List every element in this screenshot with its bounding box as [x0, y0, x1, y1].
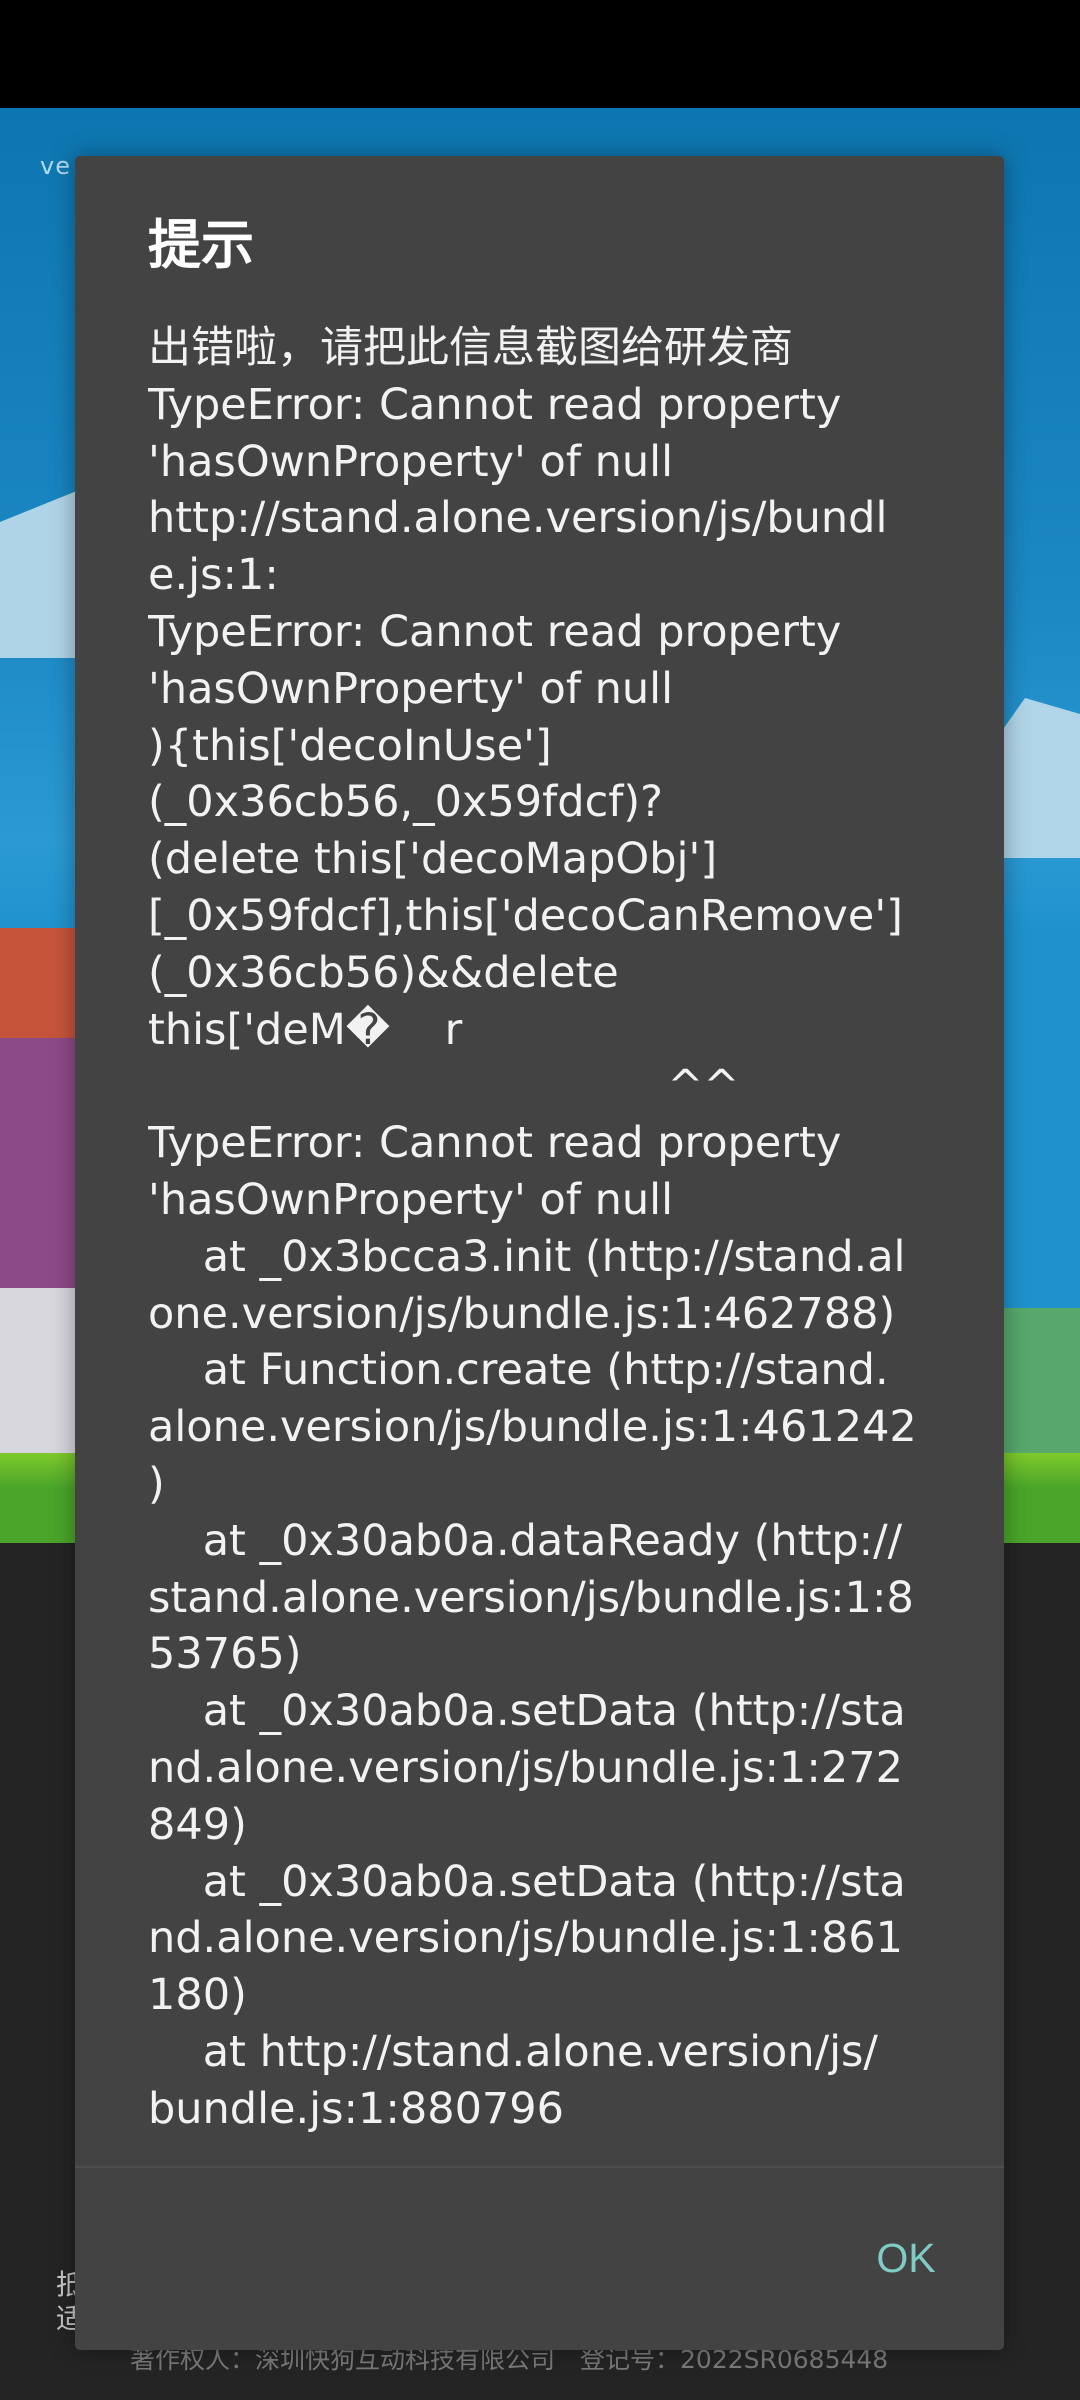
message-line: 'hasOwnProperty' of null [148, 663, 674, 714]
dialog-title: 提示 [148, 215, 254, 276]
message-line: TypeError: Cannot read property [148, 1118, 842, 1169]
message-line: http://stand.alone.version/js/bundl [148, 493, 888, 544]
message-line: TypeError: Cannot read property [148, 379, 842, 430]
message-line: (_0x36cb56)&&delete [148, 947, 619, 998]
message-line: 180) [148, 1970, 247, 2021]
message-line: bundle.js:1:880796 [148, 2083, 564, 2134]
message-line: at _0x30ab0a.dataReady (http:// [148, 1515, 903, 1566]
message-line: 849) [148, 1799, 247, 1850]
message-line: nd.alone.version/js/bundle.js:1:861 [148, 1913, 903, 1964]
version-label: ve [40, 152, 71, 180]
message-line: 'hasOwnProperty' of null [148, 436, 674, 487]
message-line: ) [148, 1458, 165, 1509]
message-line: ){this['decoInUse'] [148, 720, 552, 771]
message-line: ^^ [148, 1061, 740, 1112]
message-line: at _0x30ab0a.setData (http://sta [148, 1856, 906, 1907]
message-line: nd.alone.version/js/bundle.js:1:272 [148, 1742, 903, 1793]
message-line: stand.alone.version/js/bundle.js:1:8 [148, 1572, 914, 1623]
message-line: one.version/js/bundle.js:1:462788) [148, 1288, 896, 1339]
message-line: at http://stand.alone.version/js/ [148, 2026, 878, 2077]
message-line: at Function.create (http://stand. [148, 1345, 889, 1396]
ok-button[interactable]: OK [864, 2226, 948, 2290]
app-screen: ve 抵 适 著作权人：深圳快狗互动科技有限公司 登记号：2022SR06854… [0, 0, 1080, 2400]
error-message: 出错啦，请把此信息截图给研发商 TypeError: Cannot read p… [148, 320, 933, 2138]
message-line: at _0x3bcca3.init (http://stand.al [148, 1231, 906, 1282]
message-line: (delete this['decoMapObj'] [148, 834, 718, 885]
message-line: e.js:1: [148, 550, 279, 601]
status-bar [0, 0, 1080, 108]
dialog-message-scroll[interactable]: 出错啦，请把此信息截图给研发商 TypeError: Cannot read p… [148, 320, 933, 2332]
message-line: 出错啦，请把此信息截图给研发商 [148, 323, 793, 373]
message-line: this['deM� r [148, 1004, 463, 1055]
dialog-actions: OK [75, 2168, 1004, 2350]
message-line: alone.version/js/bundle.js:1:461242 [148, 1402, 917, 1453]
message-line: at _0x30ab0a.setData (http://sta [148, 1686, 906, 1737]
error-dialog: 提示 出错啦，请把此信息截图给研发商 TypeError: Cannot rea… [75, 156, 1004, 2350]
message-line: TypeError: Cannot read property [148, 606, 842, 657]
message-line: (_0x36cb56,_0x59fdcf)? [148, 777, 663, 828]
message-line: [_0x59fdcf],this['decoCanRemove'] [148, 890, 903, 941]
message-line: 'hasOwnProperty' of null [148, 1174, 674, 1225]
message-line: 53765) [148, 1629, 302, 1680]
